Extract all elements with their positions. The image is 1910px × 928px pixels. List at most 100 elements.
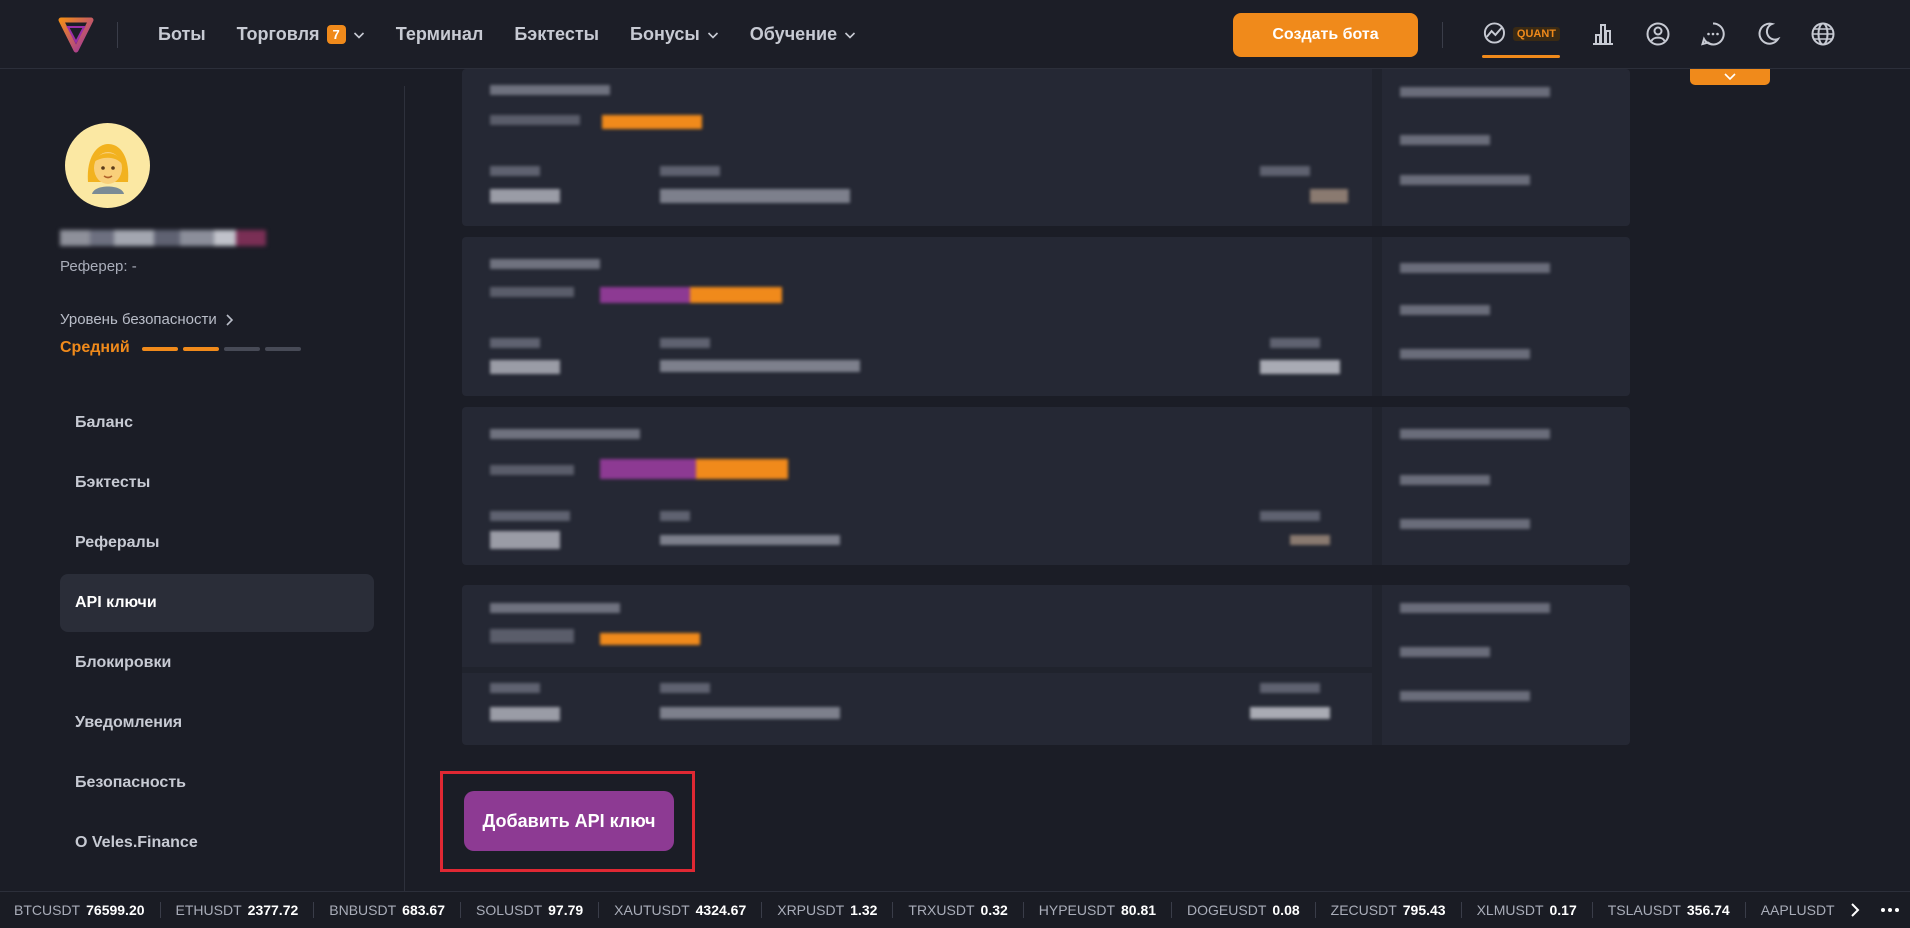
language-globe-icon[interactable]	[1810, 21, 1836, 47]
chevron-down-icon	[1724, 73, 1736, 81]
ticker-item[interactable]: BTCUSDT 76599.20	[14, 902, 161, 918]
quant-button[interactable]: QUANT	[1482, 20, 1560, 58]
sidebar-divider	[404, 86, 405, 891]
ticker-price: 795.43	[1402, 902, 1446, 918]
ticker-price: 4324.67	[695, 902, 747, 918]
ticker-price: 683.67	[402, 902, 445, 918]
ticker-item[interactable]: ETHUSDT 2377.72	[176, 902, 315, 918]
quant-chart-icon	[1483, 22, 1505, 44]
ticker-item[interactable]: TSLAUSDT 356.74	[1608, 902, 1746, 918]
menu-item-4[interactable]: Блокировки	[60, 634, 374, 692]
ticker-item[interactable]: BNBUSDT 683.67	[329, 902, 461, 918]
more-dots-icon[interactable]	[1879, 903, 1901, 917]
security-level-link[interactable]: Уровень безопасности	[60, 311, 235, 328]
quant-underline	[1482, 55, 1560, 58]
api-key-details-redacted	[462, 237, 1630, 396]
chevron-down-icon	[353, 31, 364, 39]
api-key-details-redacted	[462, 69, 1630, 226]
nav-item-label: Бэктесты	[514, 24, 600, 44]
api-key-details-redacted	[462, 407, 1630, 565]
ticker-item[interactable]: SOLUSDT 97.79	[476, 902, 600, 918]
menu-item-1[interactable]: Бэктесты	[60, 454, 374, 512]
ticker-symbol: BNBUSDT	[329, 902, 397, 918]
menu-item-3[interactable]: API ключи	[60, 574, 374, 632]
ticker-symbol: ETHUSDT	[175, 902, 242, 918]
profile-icon[interactable]	[1645, 21, 1671, 47]
ticker-controls	[1840, 892, 1910, 928]
menu-item-7[interactable]: О Veles.Finance	[60, 814, 374, 872]
stats-icon[interactable]	[1590, 21, 1616, 47]
menu-item-6[interactable]: Безопасность	[60, 754, 374, 812]
ticker-item[interactable]: DOGEUSDT 0.08	[1187, 902, 1316, 918]
ticker-item[interactable]: XRPUSDT 1.32	[777, 902, 894, 918]
security-level-segment	[224, 347, 260, 351]
ticker-symbol: XRPUSDT	[777, 902, 845, 918]
menu-item-0[interactable]: Баланс	[60, 394, 374, 452]
security-level-segment	[142, 347, 178, 351]
quant-label: QUANT	[1512, 27, 1560, 41]
ticker-item[interactable]: HYPEUSDT 80.81	[1039, 902, 1173, 918]
ticker-symbol: TRXUSDT	[908, 902, 975, 918]
api-key-details-redacted	[462, 585, 1630, 745]
user-name-redacted	[60, 226, 282, 250]
ticker-price: 97.79	[548, 902, 584, 918]
nav-divider	[117, 22, 118, 48]
nav-item-label: Торговля	[236, 24, 320, 44]
nav-item-0[interactable]: Боты	[158, 24, 206, 45]
nav-item-4[interactable]: Бонусы	[630, 24, 719, 45]
ticker-symbol: BTCUSDT	[14, 902, 81, 918]
nav-item-2[interactable]: Терминал	[396, 24, 484, 45]
security-level-value: Средний	[60, 339, 130, 356]
veles-logo[interactable]	[58, 14, 94, 54]
price-ticker: BTCUSDT 76599.20 ETHUSDT 2377.72 BNBUSDT 683.…	[0, 891, 1910, 928]
security-level-link-label: Уровень безопасности	[60, 311, 217, 328]
referrer-label: Реферер: -	[60, 258, 137, 275]
ticker-price: 0.32	[980, 902, 1008, 918]
ticker-symbol: TSLAUSDT	[1607, 902, 1681, 918]
chevron-right-icon[interactable]	[1850, 903, 1860, 917]
nav-item-1[interactable]: Торговля 7	[237, 24, 365, 45]
collapse-chip[interactable]	[1690, 69, 1770, 85]
menu-item-2[interactable]: Рефералы	[60, 514, 374, 572]
nav-item-label: Обучение	[749, 24, 838, 44]
nav-badge: 7	[326, 25, 346, 44]
api-key-card[interactable]	[462, 585, 1630, 745]
ticker-item[interactable]: TRXUSDT 0.32	[908, 902, 1024, 918]
api-key-card[interactable]	[462, 69, 1630, 226]
theme-moon-icon[interactable]	[1755, 21, 1781, 47]
ticker-price: 76599.20	[86, 902, 145, 918]
security-level-segment	[183, 347, 219, 351]
ticker-symbol: DOGEUSDT	[1187, 902, 1267, 918]
ticker-item[interactable]: XAUTUSDT 4324.67	[614, 902, 763, 918]
ticker-price: 1.32	[850, 902, 878, 918]
ticker-price: 80.81	[1121, 902, 1157, 918]
avatar[interactable]	[65, 123, 150, 208]
ticker-track: BTCUSDT 76599.20 ETHUSDT 2377.72 BNBUSDT 683.…	[0, 902, 1872, 918]
ticker-item[interactable]: XLMUSDT 0.17	[1477, 902, 1593, 918]
chevron-down-icon	[707, 31, 718, 39]
ticker-item[interactable]: ZECUSDT 795.43	[1331, 902, 1462, 918]
chevron-down-icon	[845, 31, 856, 39]
nav-item-label: Терминал	[395, 24, 484, 44]
ticker-price: 356.74	[1686, 902, 1730, 918]
ticker-price: 2377.72	[247, 902, 299, 918]
profile-menu: Баланс Бэктесты Рефералы API ключи Блокировк…	[60, 394, 374, 874]
add-api-key-button[interactable]: Добавить API ключ	[464, 791, 674, 851]
create-bot-button[interactable]: Создать бота	[1233, 13, 1418, 57]
nav-item-5[interactable]: Обучение	[750, 24, 856, 45]
api-key-card[interactable]	[462, 407, 1630, 565]
nav-item-label: Бонусы	[630, 24, 700, 44]
menu-item-5[interactable]: Уведомления	[60, 694, 374, 752]
nav-item-label: Боты	[158, 24, 206, 44]
ticker-symbol: ZECUSDT	[1330, 902, 1397, 918]
main-nav: Боты Торговля 7 Терминал Бэктесты Бонусы Обуче…	[158, 0, 856, 69]
api-key-card[interactable]	[462, 237, 1630, 396]
security-level-segment	[265, 347, 301, 351]
ticker-symbol: XLMUSDT	[1476, 902, 1544, 918]
nav-divider-right	[1442, 22, 1443, 48]
ticker-symbol: SOLUSDT	[476, 902, 543, 918]
chevron-right-icon	[226, 313, 233, 326]
nav-item-3[interactable]: Бэктесты	[514, 24, 599, 45]
top-navigation: Боты Торговля 7 Терминал Бэктесты Бонусы Обуче…	[0, 0, 1910, 69]
chat-icon[interactable]	[1700, 21, 1726, 47]
